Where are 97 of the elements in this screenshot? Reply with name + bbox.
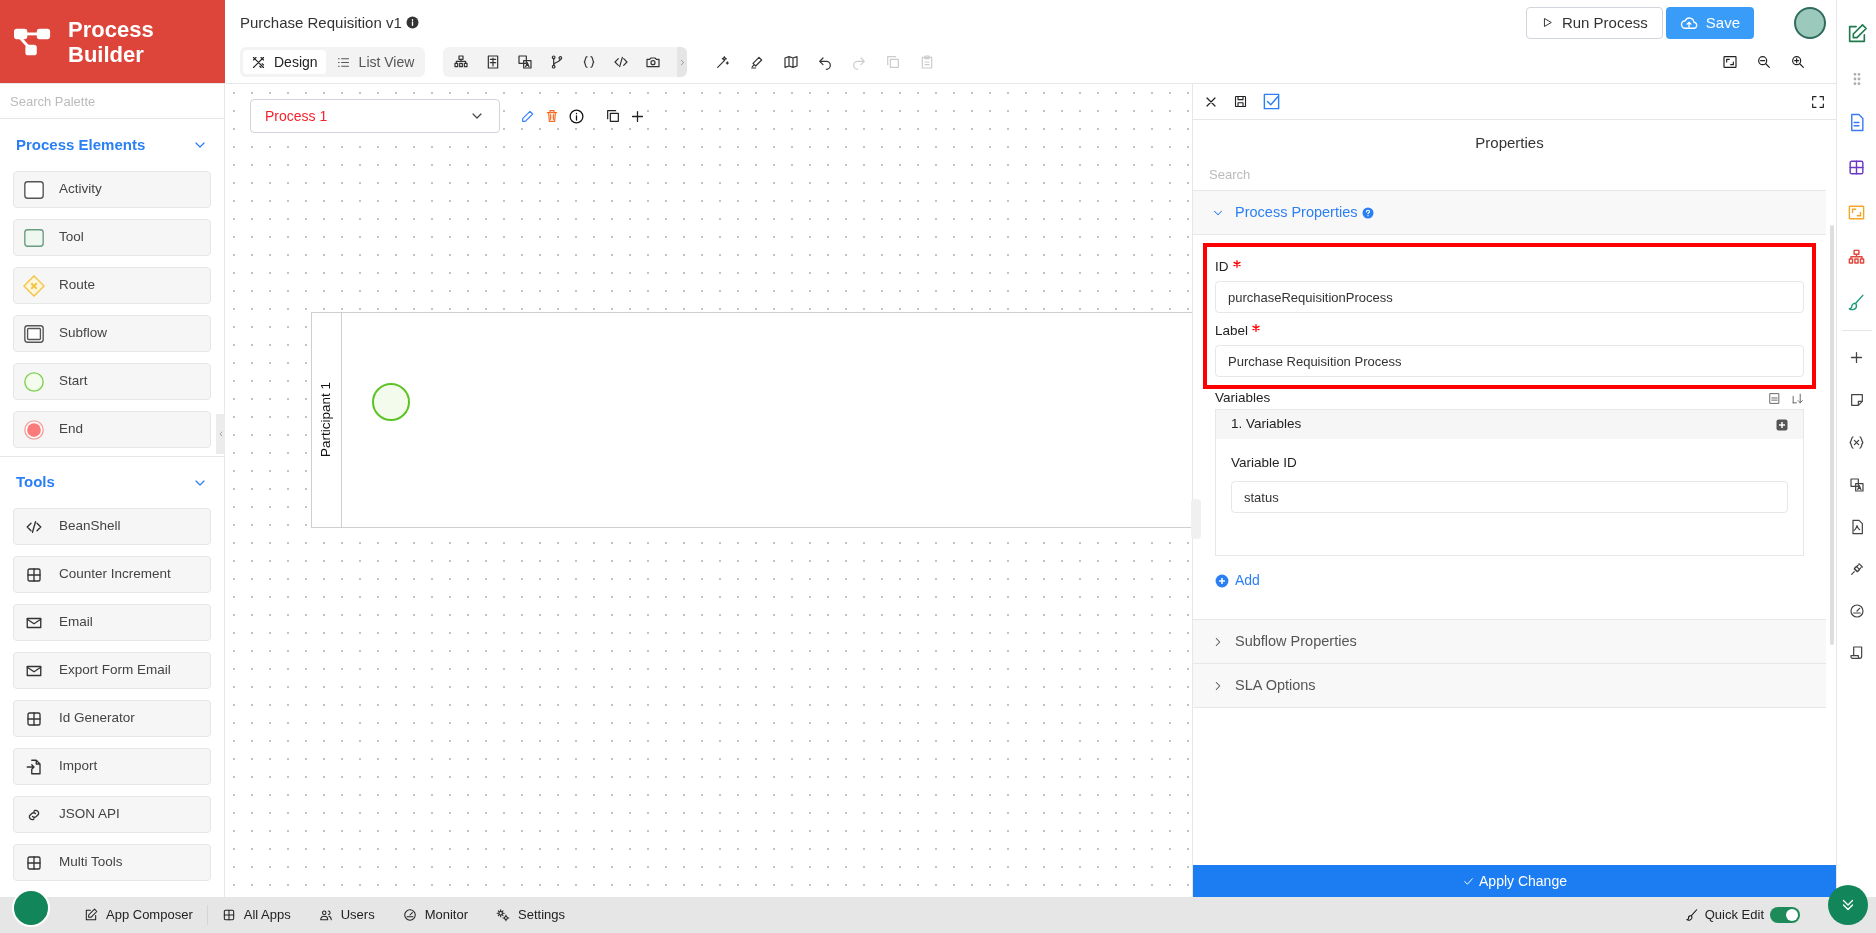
map-icon[interactable] <box>783 54 800 71</box>
rectangle-icon <box>23 178 45 201</box>
start-event[interactable] <box>372 383 410 421</box>
double-rectangle-icon <box>23 322 45 345</box>
field-label: Variable ID <box>1231 454 1298 472</box>
bottom-nav-link[interactable]: All Apps <box>207 905 305 925</box>
plus-icon[interactable] <box>1848 349 1865 366</box>
grid-icon <box>221 908 236 922</box>
users-icon <box>318 908 333 922</box>
palette-item[interactable]: Tool <box>13 219 211 256</box>
field-label: Label <box>1215 321 1249 340</box>
bottom-nav-link[interactable]: Settings <box>482 905 579 925</box>
palette-section-title: Process Elements <box>16 134 146 155</box>
bottom-nav-link[interactable]: App Composer <box>70 905 207 925</box>
palette-item[interactable]: Start <box>13 363 211 400</box>
palette-item[interactable]: End <box>13 411 211 448</box>
ruler-pencil-icon <box>251 54 266 70</box>
palette-item[interactable]: Email <box>13 604 211 641</box>
scroll-icon[interactable] <box>1848 645 1865 661</box>
palette-item[interactable]: Import <box>13 748 211 785</box>
palette-search-field[interactable]: Search Palette <box>0 84 224 119</box>
bottom-nav-link[interactable]: Monitor <box>388 905 482 925</box>
collapse-handle[interactable] <box>216 414 225 454</box>
text-field[interactable]: status <box>1231 481 1788 513</box>
plug-icon[interactable] <box>1848 561 1865 577</box>
sort-icon[interactable] <box>1791 391 1804 405</box>
bottom-nav-link[interactable]: Users <box>304 905 389 925</box>
flow-icon[interactable] <box>1847 248 1866 267</box>
circle-icon <box>23 418 45 441</box>
gauge-icon[interactable] <box>1848 603 1865 619</box>
fit-screen-icon[interactable] <box>1722 54 1738 71</box>
gauge-icon <box>402 908 417 922</box>
brush-icon <box>1684 908 1699 922</box>
field-label: Variables <box>1215 388 1271 407</box>
info-icon[interactable] <box>405 16 419 30</box>
diamond-x-icon <box>23 274 45 297</box>
app-title: Process Builder <box>68 16 155 67</box>
variable-icon[interactable] <box>1848 434 1865 451</box>
copy-icon[interactable] <box>605 108 621 124</box>
scrollbar[interactable] <box>1830 225 1834 645</box>
edit-icon <box>84 908 98 922</box>
section-header[interactable]: Subflow Properties <box>1193 620 1826 664</box>
run-process-button[interactable]: Run Process <box>1525 6 1663 39</box>
gears-icon <box>496 908 510 922</box>
save-icon[interactable] <box>1233 94 1248 109</box>
palette-item[interactable]: Route <box>13 267 211 304</box>
view-tab[interactable]: Design <box>243 50 326 75</box>
quick-edit-label: Quick Edit <box>1704 906 1764 925</box>
translate-icon[interactable] <box>1848 477 1865 493</box>
panel-resize-handle[interactable] <box>1191 499 1201 539</box>
translate-icon[interactable] <box>517 54 534 71</box>
magic-wand-icon[interactable] <box>715 54 732 71</box>
palette-item[interactable]: Counter Increment <box>13 556 211 593</box>
apply-change-button[interactable]: Apply Change <box>1193 865 1836 897</box>
trash-icon[interactable] <box>544 108 560 124</box>
palette-item[interactable]: Multi Tools <box>13 844 211 881</box>
zoom-in-icon[interactable] <box>1790 54 1806 71</box>
pencil-icon[interactable] <box>520 108 536 124</box>
grid-icon <box>25 565 43 584</box>
text-field[interactable]: purchaseRequisitionProcess <box>1215 281 1804 313</box>
group-title: 1. Variables <box>1231 415 1302 434</box>
help-icon[interactable] <box>1361 206 1374 219</box>
add-link[interactable]: Add <box>1215 570 1260 591</box>
plus-circle-icon <box>1215 573 1229 588</box>
info-icon[interactable] <box>568 107 585 125</box>
palette-item[interactable]: JSON API <box>13 796 211 833</box>
add-row-icon[interactable] <box>1776 418 1788 431</box>
grid-icon <box>25 709 43 728</box>
section-header[interactable]: SLA Options <box>1193 664 1826 708</box>
document-title: Purchase Requisition v1 <box>240 12 402 33</box>
csv-icon[interactable] <box>1768 391 1781 405</box>
zoom-out-icon[interactable] <box>1756 54 1772 71</box>
palette-item[interactable]: Activity <box>13 171 211 208</box>
circle-icon <box>23 370 45 393</box>
rectangle-icon <box>23 226 45 249</box>
palette-item[interactable]: BeanShell <box>13 508 211 545</box>
fullscreen-icon[interactable] <box>1810 93 1826 110</box>
field-label: ID <box>1215 257 1229 276</box>
user-avatar[interactable] <box>1794 6 1826 39</box>
palette-item[interactable]: Export Form Email <box>13 652 211 689</box>
file-import-icon <box>25 757 43 776</box>
section-header[interactable]: Process Properties <box>1193 191 1826 235</box>
palette-item[interactable]: Id Generator <box>13 700 211 737</box>
panel-title: Properties <box>1475 133 1544 153</box>
palette-item[interactable]: Subflow <box>13 315 211 352</box>
quick-edit-toggle[interactable] <box>1770 907 1800 923</box>
palette-section-title: Tools <box>16 472 55 493</box>
grid-icon <box>25 853 43 872</box>
table-icon[interactable] <box>1847 158 1866 177</box>
scroll-down-button[interactable] <box>1828 885 1868 925</box>
view-tab[interactable]: List View <box>327 50 423 75</box>
platform-logo[interactable] <box>12 889 50 927</box>
process-select[interactable]: Process 1 <box>250 99 500 133</box>
text-field[interactable]: Purchase Requisition Process <box>1215 345 1804 377</box>
pool[interactable]: Participant 1 <box>311 312 1192 528</box>
checkbox-icon[interactable] <box>1262 92 1281 111</box>
note-icon[interactable] <box>1848 392 1865 408</box>
